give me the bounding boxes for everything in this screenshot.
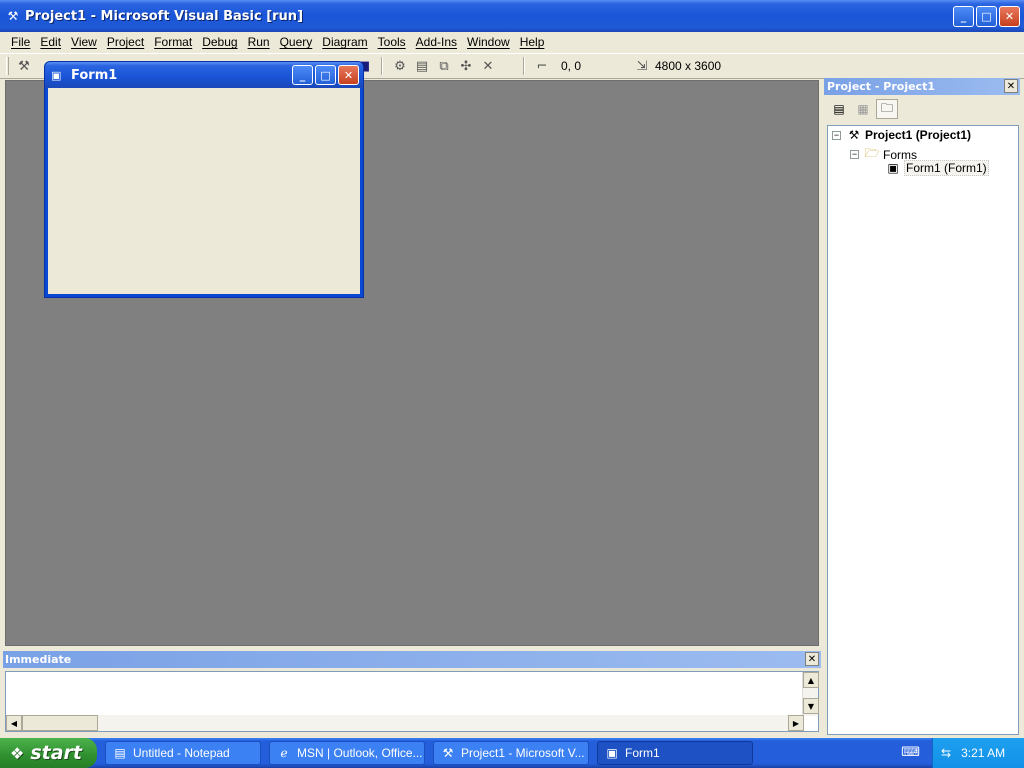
project-icon: ⚒: [848, 128, 860, 142]
main-title-bar[interactable]: ⚒ Project1 - Microsoft Visual Basic [run…: [0, 0, 1024, 32]
close-button[interactable]: ✕: [999, 6, 1020, 27]
immediate-window: Immediate ✕ ▲ ▼ ◀ ▶: [3, 651, 821, 734]
vb-app-icon[interactable]: ⚒: [5, 8, 21, 24]
task-label: Project1 - Microsoft V...: [461, 746, 585, 760]
scroll-track: [803, 688, 818, 698]
menu-edit[interactable]: Edit: [35, 35, 66, 49]
form1-title: Form1: [71, 67, 118, 83]
add-project-icon[interactable]: ⚒: [13, 56, 35, 76]
menu-debug[interactable]: Debug: [197, 35, 242, 49]
menu-tools[interactable]: Tools: [373, 35, 411, 49]
menu-format[interactable]: Format: [149, 35, 197, 49]
clock[interactable]: 3:21 AM: [961, 746, 1005, 760]
size-icon: ⇲: [636, 58, 648, 74]
immediate-horizontal-scrollbar[interactable]: ◀ ▶: [6, 715, 804, 731]
project-tree: − ⚒ Project1 (Project1) − 🗁 Forms ▣ Form…: [827, 125, 1019, 735]
view-object-icon[interactable]: ▦: [852, 99, 874, 119]
immediate-title: Immediate: [5, 653, 72, 666]
scroll-thumb[interactable]: [22, 715, 98, 731]
scroll-right-icon[interactable]: ▶: [788, 715, 804, 731]
form-icon: ▣: [51, 68, 62, 82]
menu-view[interactable]: View: [66, 35, 102, 49]
folder-icon: 🗁: [864, 146, 880, 160]
form-icon: ▣: [887, 161, 899, 175]
form-icon: ▣: [606, 746, 618, 760]
task-label: MSN | Outlook, Office...: [297, 746, 423, 760]
form1-controls: _ □ ✕: [292, 65, 359, 85]
view-code-icon[interactable]: ▤: [828, 99, 850, 119]
task-label: Form1: [625, 746, 660, 760]
project-explorer-icon[interactable]: ⚙: [389, 56, 411, 76]
toolbar-grip[interactable]: [6, 57, 9, 75]
object-browser-icon[interactable]: ✣: [455, 56, 477, 76]
scroll-track: [98, 715, 788, 731]
collapse-icon[interactable]: −: [832, 130, 841, 140]
maximize-button[interactable]: □: [976, 6, 997, 27]
project-explorer-title: Project - Project1: [827, 80, 935, 93]
task-label: Untitled - Notepad: [133, 746, 230, 760]
network-icon[interactable]: ⇆: [941, 746, 951, 760]
scroll-left-icon[interactable]: ◀: [6, 715, 22, 731]
toolbox-icon[interactable]: ✕: [477, 56, 499, 76]
taskbar-item-vb[interactable]: ⚒ Project1 - Microsoft V...: [433, 741, 589, 765]
immediate-input-area[interactable]: ▲ ▼ ◀ ▶: [5, 671, 819, 732]
taskbar: ❖ start ▤ Untitled - Notepad ℯ MSN | Out…: [0, 738, 1024, 768]
toolbar-separator: [523, 57, 525, 75]
size-readout: 4800 x 3600: [655, 59, 722, 73]
immediate-header[interactable]: Immediate ✕: [3, 651, 821, 668]
position-readout: 0, 0: [561, 59, 582, 73]
vb-icon: ⚒: [442, 746, 454, 760]
window-title: Project1 - Microsoft Visual Basic [run]: [25, 8, 304, 24]
toolbar-separator: [381, 57, 383, 75]
window-controls: _ □ ✕: [953, 6, 1020, 27]
tree-form1-label: Form1 (Form1): [904, 160, 989, 176]
tree-node-form1[interactable]: ▣ Form1 (Form1): [884, 160, 989, 176]
minimize-button[interactable]: _: [953, 6, 974, 27]
project-explorer-header[interactable]: Project - Project1 ✕: [824, 78, 1020, 95]
windows-flag-icon: ❖: [10, 743, 25, 763]
menu-run[interactable]: Run: [243, 35, 275, 49]
form1-minimize-button[interactable]: _: [292, 65, 313, 85]
form1-maximize-button[interactable]: □: [315, 65, 336, 85]
ie-icon: ℯ: [280, 746, 288, 760]
collapse-icon[interactable]: −: [850, 150, 859, 159]
taskbar-item-form1[interactable]: ▣ Form1: [597, 741, 753, 765]
start-button[interactable]: ❖ start: [0, 738, 97, 768]
position-icon: ⌐: [536, 58, 548, 74]
menu-project[interactable]: Project: [102, 35, 149, 49]
menu-query[interactable]: Query: [275, 35, 318, 49]
taskbar-item-msn[interactable]: ℯ MSN | Outlook, Office...: [269, 741, 425, 765]
immediate-vertical-scrollbar[interactable]: ▲ ▼: [802, 672, 819, 716]
tree-project-label: Project1 (Project1): [865, 128, 972, 142]
properties-window-icon[interactable]: ▤: [411, 56, 433, 76]
form1-close-button[interactable]: ✕: [338, 65, 359, 85]
form1-window[interactable]: ▣ Form1 _ □ ✕: [44, 61, 364, 298]
scroll-down-icon[interactable]: ▼: [803, 698, 819, 714]
form1-client-area[interactable]: [48, 88, 360, 294]
menu-add-ins[interactable]: Add-Ins: [411, 35, 462, 49]
start-label: start: [30, 742, 83, 764]
project-explorer: Project - Project1 ✕ ▤ ▦ 🗀 − ⚒ Project1 …: [824, 78, 1020, 735]
tree-node-project1[interactable]: − ⚒ Project1 (Project1): [832, 128, 971, 142]
toggle-folders-icon[interactable]: 🗀: [876, 99, 898, 119]
form-layout-icon[interactable]: ⧉: [433, 56, 455, 76]
menu-help[interactable]: Help: [515, 35, 550, 49]
scroll-up-icon[interactable]: ▲: [803, 672, 819, 688]
menu-file[interactable]: File: [6, 35, 35, 49]
notepad-icon: ▤: [114, 746, 126, 760]
project-explorer-toolbar: ▤ ▦ 🗀: [824, 95, 1020, 123]
keyboard-icon[interactable]: ⌨: [901, 745, 920, 760]
menu-bar: File Edit View Project Format Debug Run …: [0, 32, 1024, 52]
menu-window[interactable]: Window: [462, 35, 515, 49]
menu-diagram[interactable]: Diagram: [317, 35, 372, 49]
project-explorer-close-button[interactable]: ✕: [1004, 79, 1018, 93]
system-tray: ⇆ 3:21 AM: [932, 738, 1024, 768]
taskbar-item-notepad[interactable]: ▤ Untitled - Notepad: [105, 741, 261, 765]
immediate-close-button[interactable]: ✕: [805, 652, 819, 666]
